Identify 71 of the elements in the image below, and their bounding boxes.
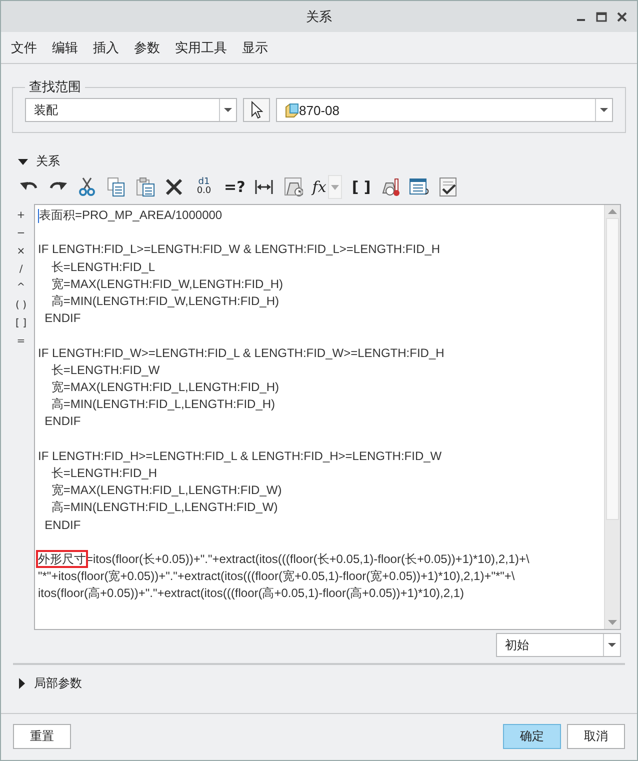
code-line: IF LENGTH:FID_H>=LENGTH:FID_L & LENGTH:FID_H>=LENGTH:FID_W xyxy=(38,448,443,465)
menu-item[interactable]: 插入 xyxy=(93,38,119,56)
type-dropdown[interactable]: 装配 xyxy=(25,98,237,122)
code-line: 高=MIN(LENGTH:FID_L,LENGTH:FID_W) xyxy=(50,499,279,516)
caret-icon xyxy=(599,107,609,113)
code-line: 长=LENGTH:FID_L xyxy=(50,258,156,276)
caret-icon xyxy=(607,642,617,648)
code-line: ENDIF xyxy=(44,310,82,328)
code-line: 表面积=PRO_MP_AREA/1000000 xyxy=(38,207,224,224)
dialog-button[interactable]: 确定 xyxy=(503,724,561,749)
menu-item[interactable]: 显示 xyxy=(242,38,268,56)
code-line: 长=LENGTH:FID_W xyxy=(50,362,161,379)
caret-icon xyxy=(223,107,233,113)
scroll-up-icon xyxy=(608,209,617,214)
filter-dropdown[interactable]: 初始 xyxy=(496,633,621,657)
list-icon[interactable] xyxy=(409,177,430,197)
section-title: 关系 xyxy=(36,153,60,170)
scissors-icon[interactable] xyxy=(77,177,97,197)
model-dropdown[interactable]: 870-08 xyxy=(276,98,613,122)
operator-button[interactable]: / xyxy=(13,260,29,278)
code-line: ENDIF xyxy=(44,413,82,430)
operator-button[interactable]: ( ) xyxy=(13,296,29,314)
operator-button[interactable]: × xyxy=(13,242,29,260)
dialog-button[interactable]: 取消 xyxy=(567,724,625,749)
code-line: IF LENGTH:FID_W>=LENGTH:FID_L & LENGTH:FID_W>=LENGTH:FID_H xyxy=(38,344,446,362)
operator-button[interactable]: − xyxy=(13,224,29,242)
code-line: 宽=MAX(LENGTH:FID_L,LENGTH:FID_H) xyxy=(50,379,280,396)
code-line: "*"+itos(floor(宽+0.05))+"."+extract(itos(((floor(宽+0.05,1)-floor(宽+0.05))+1)*10),2,1)+"*"+\ xyxy=(38,568,516,586)
copy-icon[interactable] xyxy=(106,177,126,197)
code-line: 高=MIN(LENGTH:FID_W,LENGTH:FID_H) xyxy=(50,293,280,310)
code-line: 宽=MAX(LENGTH:FID_W,LENGTH:FID_H) xyxy=(50,276,284,293)
part-icon xyxy=(285,102,299,118)
close-icon[interactable] xyxy=(617,12,627,22)
check-list-icon[interactable] xyxy=(438,177,458,197)
menu-item[interactable]: 编辑 xyxy=(52,38,78,56)
collapse-icon[interactable] xyxy=(18,158,28,166)
code-line: 外形尺寸=itos(floor(长+0.05))+"."+extract(itos(((floor(长+0.05,1)-floor(长+0.05))+1)*10),2,1)+\ xyxy=(38,551,530,568)
tool-button[interactable]: [ ] xyxy=(351,176,372,198)
code-line: ENDIF xyxy=(44,516,82,534)
operator-button[interactable]: [ ] xyxy=(13,314,29,332)
expand-icon[interactable] xyxy=(18,678,26,689)
operator-button[interactable]: = xyxy=(13,332,29,350)
tool-button[interactable]: =? xyxy=(224,176,246,198)
group-title: 查找范围 xyxy=(28,79,82,96)
function-button[interactable]: fx xyxy=(312,176,326,198)
code-line: 宽=MAX(LENGTH:FID_L,LENGTH:FID_W) xyxy=(50,482,283,500)
relations-editor[interactable] xyxy=(34,204,621,630)
code-line: 长=LENGTH:FID_H xyxy=(50,465,158,482)
window-title: 关系 xyxy=(306,8,332,26)
model-name: 870-08 xyxy=(299,102,340,118)
dialog-button[interactable]: 重置 xyxy=(13,724,71,749)
delete-icon[interactable] xyxy=(164,177,184,197)
maximize-icon[interactable] xyxy=(596,12,607,22)
operator-button[interactable]: + xyxy=(13,206,29,224)
menu-item[interactable]: 文件 xyxy=(11,38,37,56)
paste-icon[interactable] xyxy=(135,177,155,197)
scroll-down-icon xyxy=(608,620,617,625)
menu-item[interactable]: 参数 xyxy=(134,38,160,56)
scrollbar[interactable] xyxy=(604,205,620,629)
thermometer-icon[interactable] xyxy=(380,177,400,197)
select-button[interactable] xyxy=(243,98,270,122)
code-line: IF LENGTH:FID_L>=LENGTH:FID_W & LENGTH:FID_L>=LENGTH:FID_H xyxy=(38,241,442,258)
code-line: itos(floor(高+0.05))+"."+extract(itos(((floor(高+0.05,1)-floor(高+0.05))+1)*10),2,1) xyxy=(38,585,466,602)
menu-item[interactable]: 实用工具 xyxy=(175,38,227,56)
pointer-icon xyxy=(250,101,262,119)
operator-button[interactable]: ^ xyxy=(13,278,29,296)
code-line: 高=MIN(LENGTH:FID_L,LENGTH:FID_H) xyxy=(50,396,276,414)
weight-icon[interactable] xyxy=(283,177,304,197)
dimension-icon[interactable] xyxy=(254,177,274,197)
section-title: 局部参数 xyxy=(34,675,82,692)
parameter-button[interactable]: d1 0.0 xyxy=(193,176,215,198)
